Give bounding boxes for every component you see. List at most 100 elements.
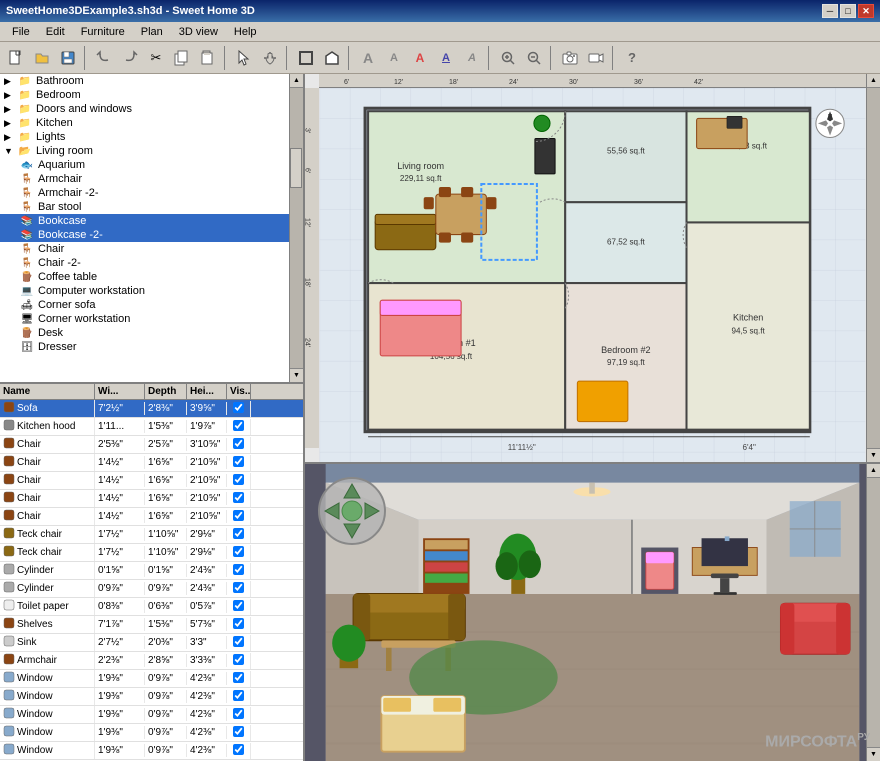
list-row[interactable]: Teck chair 1'7½" 1'10⅝" 2'9⅛": [0, 526, 303, 544]
tree-scroll-down[interactable]: ▼: [290, 368, 303, 382]
photo-button[interactable]: [558, 46, 582, 70]
tree-item-chair[interactable]: 🪑 Chair: [0, 242, 289, 256]
visibility-checkbox[interactable]: [233, 474, 244, 485]
visibility-checkbox[interactable]: [233, 744, 244, 755]
tree-item-cornersofa[interactable]: 🛋 Corner sofa: [0, 298, 289, 312]
tree-item-armchair[interactable]: 🪑 Armchair: [0, 172, 289, 186]
list-row[interactable]: Cylinder 0'9⅞" 0'9⅞" 2'4⅜": [0, 580, 303, 598]
list-row[interactable]: Chair 2'5⅜" 2'5⅞" 3'10⅝": [0, 436, 303, 454]
visibility-checkbox[interactable]: [233, 618, 244, 629]
list-row[interactable]: Chair 1'4½" 1'6⅝" 2'10⅝": [0, 454, 303, 472]
tree-item-cornerwork[interactable]: 🖥 Corner workstation: [0, 312, 289, 326]
cut-button[interactable]: ✂: [144, 46, 168, 70]
text-a4-button[interactable]: A: [460, 46, 484, 70]
view3d-vscroll[interactable]: ▲ ▼: [866, 464, 880, 761]
view-3d[interactable]: МИРСОФТАРУ ▲ ▼: [305, 464, 880, 761]
visibility-checkbox[interactable]: [233, 510, 244, 521]
visibility-checkbox[interactable]: [233, 564, 244, 575]
cell-visible[interactable]: [227, 401, 251, 417]
menu-file[interactable]: File: [4, 24, 38, 40]
copy-button[interactable]: [170, 46, 194, 70]
text-size-button[interactable]: A: [356, 46, 380, 70]
list-row[interactable]: Window 1'9⅜" 0'9⅞" 4'2⅜": [0, 670, 303, 688]
zoom-in-button[interactable]: [496, 46, 520, 70]
list-row[interactable]: Shelves 7'1⅞" 1'5⅜" 5'7⅜": [0, 616, 303, 634]
pan-button[interactable]: [258, 46, 282, 70]
list-row[interactable]: Window 1'9⅜" 0'9⅞" 4'2⅜": [0, 742, 303, 760]
visibility-checkbox[interactable]: [233, 402, 244, 413]
list-row[interactable]: Window 1'9⅜" 0'9⅞" 4'2⅜": [0, 706, 303, 724]
tree-item-bookcase[interactable]: 📚 Bookcase: [0, 214, 289, 228]
cell-visible[interactable]: [227, 689, 251, 705]
pointer-button[interactable]: [232, 46, 256, 70]
cell-visible[interactable]: [227, 455, 251, 471]
cell-visible[interactable]: [227, 473, 251, 489]
visibility-checkbox[interactable]: [233, 654, 244, 665]
tree-scroll-thumb[interactable]: [290, 148, 302, 188]
cell-visible[interactable]: [227, 437, 251, 453]
menu-3dview[interactable]: 3D view: [171, 24, 226, 40]
tree-item-dresser[interactable]: 🗄 Dresser: [0, 340, 289, 354]
visibility-checkbox[interactable]: [233, 438, 244, 449]
expand-doors[interactable]: ▶: [4, 104, 16, 115]
tree-item-compwork[interactable]: 💻 Computer workstation: [0, 284, 289, 298]
cell-visible[interactable]: [227, 419, 251, 435]
tree-item-bedroom[interactable]: ▶ 📁 Bedroom: [0, 88, 289, 102]
visibility-checkbox[interactable]: [233, 600, 244, 611]
visibility-checkbox[interactable]: [233, 672, 244, 683]
expand-kitchen[interactable]: ▶: [4, 118, 16, 129]
tree-item-lights[interactable]: ▶ 📁 Lights: [0, 130, 289, 144]
open-button[interactable]: [30, 46, 54, 70]
tree-item-aquarium[interactable]: 🐟 Aquarium: [0, 158, 289, 172]
cell-visible[interactable]: [227, 599, 251, 615]
menu-help[interactable]: Help: [226, 24, 265, 40]
list-row[interactable]: Sink 2'7½" 2'0⅜" 3'3": [0, 634, 303, 652]
expand-bathroom[interactable]: ▶: [4, 76, 16, 87]
visibility-checkbox[interactable]: [233, 636, 244, 647]
tree-item-barstool[interactable]: 🪑 Bar stool: [0, 200, 289, 214]
cell-visible[interactable]: [227, 581, 251, 597]
tree-item-livingroom[interactable]: ▼ 📂 Living room: [0, 144, 289, 158]
cell-visible[interactable]: [227, 707, 251, 723]
video-button[interactable]: [584, 46, 608, 70]
visibility-checkbox[interactable]: [233, 456, 244, 467]
menu-furniture[interactable]: Furniture: [73, 24, 133, 40]
visibility-checkbox[interactable]: [233, 726, 244, 737]
tree-item-bookcase2[interactable]: 📚 Bookcase -2-: [0, 228, 289, 242]
menu-edit[interactable]: Edit: [38, 24, 73, 40]
text-a3-button[interactable]: A: [434, 46, 458, 70]
tree-vscroll[interactable]: ▲ ▼: [289, 74, 303, 382]
cell-visible[interactable]: [227, 671, 251, 687]
cell-visible[interactable]: [227, 491, 251, 507]
expand-livingroom[interactable]: ▼: [4, 146, 16, 156]
zoom-out-button[interactable]: [522, 46, 546, 70]
new-button[interactable]: [4, 46, 28, 70]
visibility-checkbox[interactable]: [233, 708, 244, 719]
tree-scroll-up[interactable]: ▲: [290, 74, 303, 88]
list-row[interactable]: Chair 1'4½" 1'6⅝" 2'10⅝": [0, 490, 303, 508]
list-row[interactable]: Chair 1'4½" 1'6⅝" 2'10⅝": [0, 508, 303, 526]
tree-item-desk[interactable]: 🪵 Desk: [0, 326, 289, 340]
view3d-scroll-up[interactable]: ▲: [867, 464, 880, 478]
maximize-button[interactable]: □: [840, 4, 856, 18]
wall-button[interactable]: [294, 46, 318, 70]
list-row[interactable]: Toilet paper 0'8⅜" 0'6⅜" 0'5⅞": [0, 598, 303, 616]
plan-view[interactable]: Living room 229,11 sq.ft 55,56 sq.ft 83,…: [319, 88, 866, 462]
tree-item-kitchen[interactable]: ▶ 📁 Kitchen: [0, 116, 289, 130]
plan-vscroll[interactable]: ▲ ▼: [866, 74, 880, 462]
cell-visible[interactable]: [227, 743, 251, 759]
menu-plan[interactable]: Plan: [133, 24, 171, 40]
list-row[interactable]: Sofa 7'2½" 2'8⅜" 3'9⅝": [0, 400, 303, 418]
cell-visible[interactable]: [227, 635, 251, 651]
list-row[interactable]: Window 1'9⅜" 0'9⅞" 4'2⅜": [0, 724, 303, 742]
text-a1-button[interactable]: A: [382, 46, 406, 70]
cell-visible[interactable]: [227, 653, 251, 669]
tree-item-chair2[interactable]: 🪑 Chair -2-: [0, 256, 289, 270]
list-row[interactable]: Cylinder 0'1⅝" 0'1⅝" 2'4⅜": [0, 562, 303, 580]
list-row[interactable]: Teck chair 1'7½" 1'10⅝" 2'9⅛": [0, 544, 303, 562]
save-button[interactable]: [56, 46, 80, 70]
text-a2-button[interactable]: A: [408, 46, 432, 70]
tree-item-armchair2[interactable]: 🪑 Armchair -2-: [0, 186, 289, 200]
expand-lights[interactable]: ▶: [4, 132, 16, 143]
cell-visible[interactable]: [227, 563, 251, 579]
